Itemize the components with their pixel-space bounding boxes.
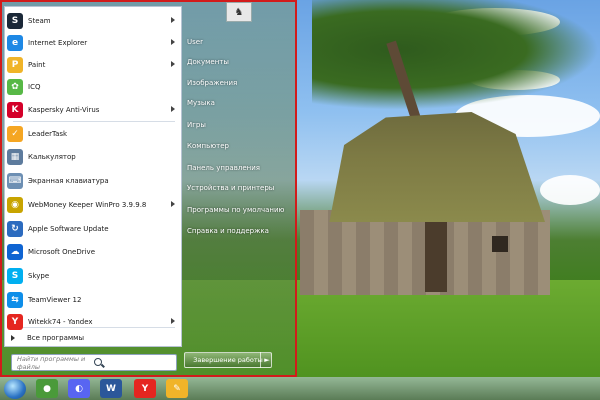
all-programs-arrow-icon [11, 335, 15, 341]
program-label: Калькулятор [28, 153, 76, 161]
program-label: Skype [28, 272, 50, 280]
program-item[interactable]: ⌨ Экранная клавиатура [7, 171, 179, 191]
apple-update-icon: ↻ [7, 221, 23, 237]
program-label: Witekk74 - Yandex [28, 318, 93, 326]
program-item[interactable]: e Internet Explorer [7, 33, 179, 53]
right-link-games[interactable]: Игры [187, 121, 206, 129]
search-input[interactable]: Найти программы и файлы [11, 354, 177, 371]
separator [13, 121, 175, 122]
right-link-control-panel[interactable]: Панель управления [187, 164, 260, 172]
right-link-pictures[interactable]: Изображения [187, 79, 237, 87]
submenu-arrow-icon[interactable] [171, 106, 175, 112]
submenu-arrow-icon[interactable] [171, 39, 175, 45]
program-label: Kaspersky Anti-Virus [28, 106, 100, 114]
wallpaper-cloud [540, 175, 600, 205]
all-programs-label: Все программы [27, 334, 84, 342]
onedrive-icon: ☁ [7, 244, 23, 260]
program-item[interactable]: ◉ WebMoney Keeper WinPro 3.9.9.8 [7, 195, 179, 215]
submenu-arrow-icon[interactable] [171, 318, 175, 324]
right-link-music[interactable]: Музыка [187, 99, 215, 107]
word-icon[interactable]: W [100, 379, 122, 398]
shutdown-label: Завершение работы [193, 356, 263, 364]
discord-icon[interactable]: ◐ [68, 379, 90, 398]
program-item[interactable]: ☁ Microsoft OneDrive [7, 242, 179, 262]
wallpaper-cottage-door [425, 222, 447, 292]
leadertask-icon: ✓ [7, 126, 23, 142]
program-label: Paint [28, 61, 46, 69]
chrome-icon[interactable]: ● [36, 379, 58, 398]
user-avatar[interactable]: ♞ [226, 2, 252, 22]
shutdown-button[interactable]: Завершение работы [184, 352, 272, 368]
program-item[interactable]: Y Witekk74 - Yandex [7, 312, 179, 332]
program-item[interactable]: ▦ Калькулятор [7, 147, 179, 167]
submenu-arrow-icon[interactable] [171, 17, 175, 23]
search-placeholder: Найти программы и файлы [17, 354, 86, 371]
taskbar: ● ◐ W Y ✎ [0, 377, 600, 400]
right-link-default-programs[interactable]: Программы по умолчанию [187, 206, 284, 214]
teamviewer-icon: ⇆ [7, 292, 23, 308]
right-link-documents[interactable]: Документы [187, 58, 229, 66]
calculator-icon: ▦ [7, 149, 23, 165]
keyboard-icon: ⌨ [7, 173, 23, 189]
program-list-pane: Все программы Найти программы и файлы SS… [4, 6, 182, 371]
right-link-computer[interactable]: Компьютер [187, 142, 229, 150]
submenu-arrow-icon[interactable] [171, 201, 175, 207]
right-link-devices-printers[interactable]: Устройства и принтеры [187, 184, 274, 192]
search-icon[interactable] [93, 357, 174, 369]
kaspersky-icon: K [7, 102, 23, 118]
program-item[interactable]: S Steam [7, 11, 179, 31]
right-link-help-support[interactable]: Справка и поддержка [187, 227, 269, 235]
program-label: Internet Explorer [28, 39, 88, 47]
icq-icon: ✿ [7, 79, 23, 95]
wallpaper-cottage-window [492, 236, 508, 252]
start-button[interactable] [4, 379, 26, 399]
program-label: LeaderTask [28, 130, 68, 138]
yandex-browser-icon[interactable]: Y [134, 379, 156, 398]
program-item[interactable]: S Skype [7, 266, 179, 286]
program-label: Microsoft OneDrive [28, 248, 95, 256]
program-label: TeamViewer 12 [28, 296, 82, 304]
yandex-icon: Y [7, 314, 23, 330]
program-label: ICQ [28, 83, 41, 91]
paint-icon[interactable]: ✎ [166, 379, 188, 398]
wallpaper-tree [312, 0, 600, 110]
shutdown-options-button[interactable]: ► [260, 352, 273, 368]
program-item[interactable]: P Paint [7, 55, 179, 75]
start-menu: Все программы Найти программы и файлы SS… [2, 2, 295, 375]
paint-icon: P [7, 57, 23, 73]
skype-icon: S [7, 268, 23, 284]
all-programs-button[interactable]: Все программы [11, 334, 84, 342]
program-label: Steam [28, 17, 51, 25]
submenu-arrow-icon[interactable] [171, 61, 175, 67]
program-item[interactable]: ⇆ TeamViewer 12 [7, 290, 179, 310]
webmoney-icon: ◉ [7, 197, 23, 213]
program-label: WebMoney Keeper WinPro 3.9.9.8 [28, 201, 147, 209]
program-item[interactable]: ✓ LeaderTask [7, 124, 179, 144]
program-item[interactable]: ↻ Apple Software Update [7, 219, 179, 239]
program-item[interactable]: K Kaspersky Anti-Virus [7, 100, 179, 120]
steam-icon: S [7, 13, 23, 29]
program-label: Экранная клавиатура [28, 177, 109, 185]
internet-explorer-icon: e [7, 35, 23, 51]
program-label: Apple Software Update [28, 225, 109, 233]
program-item[interactable]: ✿ ICQ [7, 77, 179, 97]
right-link-user[interactable]: User [187, 38, 203, 46]
